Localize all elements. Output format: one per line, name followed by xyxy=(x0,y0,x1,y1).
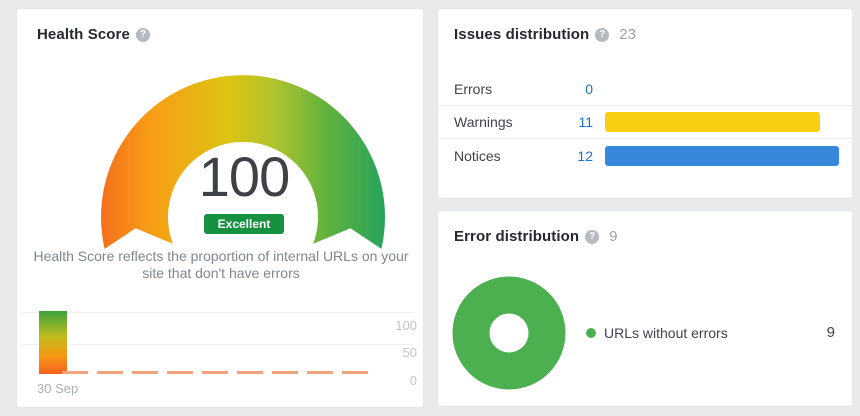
warnings-count-link[interactable]: 11 xyxy=(577,114,593,130)
issue-label: Errors xyxy=(454,81,493,97)
help-icon[interactable]: ? xyxy=(595,27,610,42)
error-distribution-header: Error distribution ? 9 xyxy=(454,228,617,245)
description-line: Health Score reflects the proportion of … xyxy=(33,248,409,264)
issues-total-count: 23 xyxy=(619,26,636,43)
error-donut-chart xyxy=(449,273,569,393)
legend-value: 9 xyxy=(826,324,835,341)
ytick-0: 0 xyxy=(409,373,417,388)
error-total-count: 9 xyxy=(609,228,618,245)
gridline-50 xyxy=(21,344,413,345)
health-score-title: Health Score xyxy=(37,26,130,43)
trend-bar[interactable] xyxy=(39,311,67,374)
health-score-status-badge: Excellent xyxy=(203,214,285,235)
help-icon[interactable]: ? xyxy=(585,229,600,244)
issues-rows: Errors 0 Warnings 11 Notices 12 xyxy=(438,73,854,172)
issues-distribution-title: Issues distribution xyxy=(454,26,590,43)
trend-zero-dashes xyxy=(62,371,368,374)
donut-svg[interactable] xyxy=(449,273,569,393)
gridline-100 xyxy=(21,312,413,313)
health-score-gauge: 100 Excellent xyxy=(83,63,403,268)
description-line: site that don't have errors xyxy=(142,265,300,281)
donut-ring xyxy=(452,276,566,390)
errors-count-link[interactable]: 0 xyxy=(577,81,593,97)
donut-legend: URLs without errors 9 xyxy=(586,324,835,341)
legend-dot xyxy=(586,327,596,338)
health-score-header: Health Score ? xyxy=(37,26,150,43)
warnings-bar[interactable] xyxy=(605,112,820,132)
error-distribution-title: Error distribution xyxy=(454,228,580,245)
help-icon[interactable]: ? xyxy=(135,27,150,42)
error-distribution-card: Error distribution ? 9 URLs without erro… xyxy=(437,210,853,407)
health-score-card: Health Score ? 100 Excellent Health Scor… xyxy=(16,8,424,408)
issues-distribution-card: Issues distribution ? 23 Errors 0 Warnin… xyxy=(437,8,854,199)
issue-row-notices: Notices 12 xyxy=(438,139,854,172)
xtick-date: 30 Sep xyxy=(37,381,79,396)
health-score-trend-chart: 100 50 0 30 Sep xyxy=(21,303,417,405)
legend-label: URLs without errors xyxy=(604,324,728,341)
issue-label: Warnings xyxy=(454,114,513,130)
issue-label: Notices xyxy=(454,147,501,164)
notices-count-link[interactable]: 12 xyxy=(577,148,593,164)
issues-distribution-header: Issues distribution ? 23 xyxy=(454,26,636,43)
issue-row-errors: Errors 0 xyxy=(438,73,854,106)
health-score-badge-row: Excellent xyxy=(179,214,309,235)
issue-row-warnings: Warnings 11 xyxy=(438,106,854,139)
ytick-50: 50 xyxy=(402,345,417,360)
ytick-100: 100 xyxy=(395,318,417,333)
health-score-value: 100 xyxy=(198,145,290,208)
notices-bar[interactable] xyxy=(605,145,839,166)
health-score-description: Health Score reflects the proportion of … xyxy=(31,248,411,282)
